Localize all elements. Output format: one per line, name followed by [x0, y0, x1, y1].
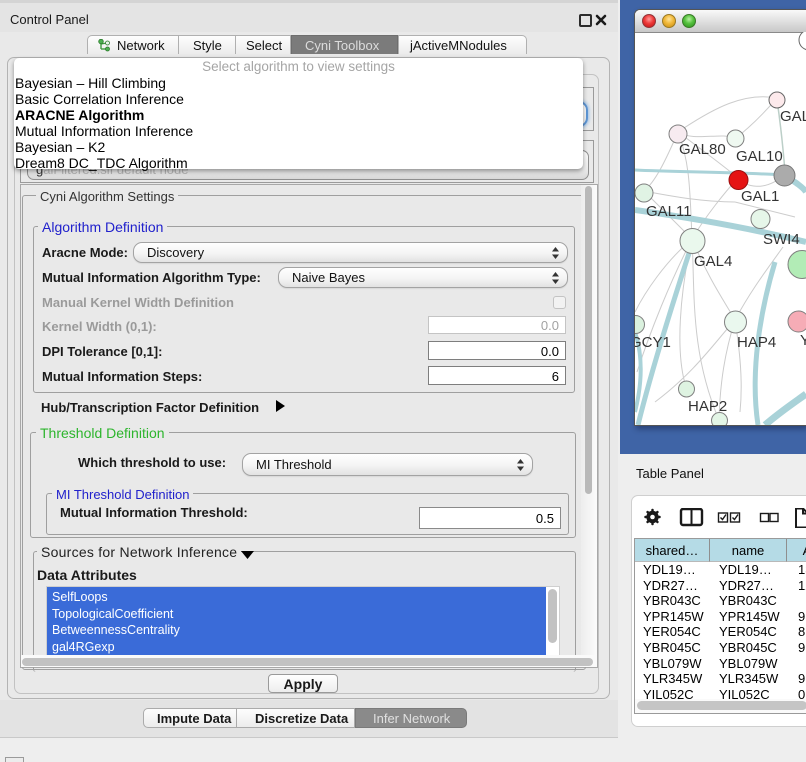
svg-text:GAL80: GAL80: [679, 141, 726, 158]
svg-text:GAL4: GAL4: [694, 253, 732, 270]
svg-text:HAP4: HAP4: [737, 334, 776, 351]
svg-text:SWI4: SWI4: [763, 231, 800, 248]
svg-text:GAL11: GAL11: [646, 203, 692, 220]
svg-text:Y: Y: [800, 332, 806, 349]
svg-text:GAL10: GAL10: [736, 148, 783, 165]
svg-text:GAL: GAL: [780, 108, 806, 125]
svg-text:GAL1: GAL1: [741, 188, 779, 205]
svg-text:GCY1: GCY1: [635, 334, 671, 351]
svg-text:HAP2: HAP2: [688, 398, 727, 415]
